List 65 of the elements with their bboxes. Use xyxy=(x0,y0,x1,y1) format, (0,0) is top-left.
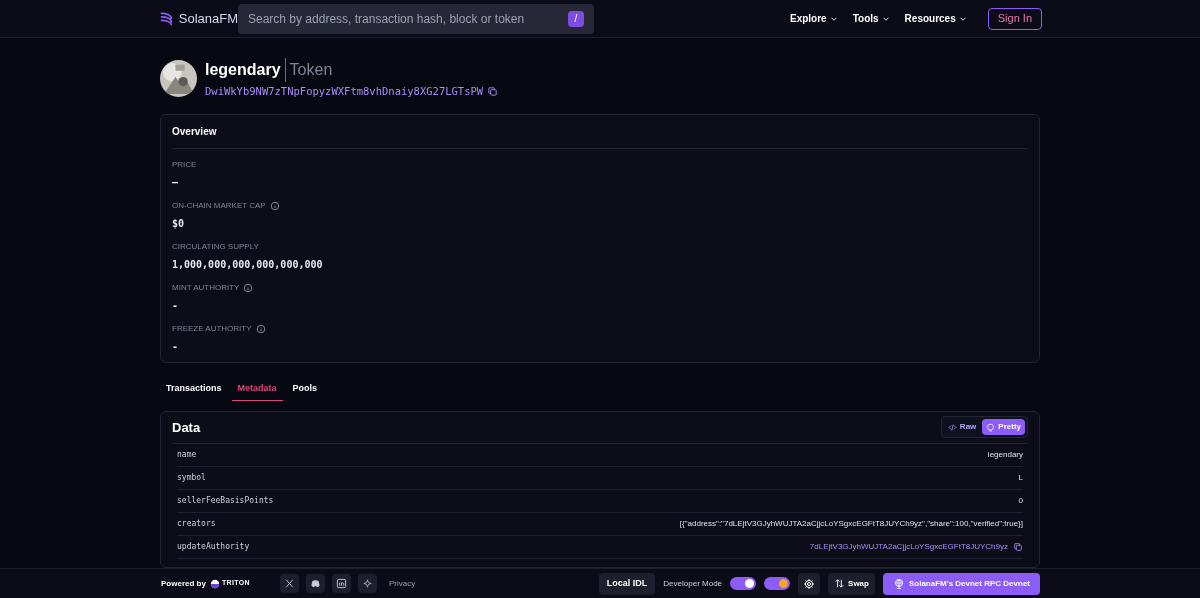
code-icon xyxy=(947,422,957,432)
shortcut-key: / xyxy=(568,10,584,27)
card-title: Overview xyxy=(172,124,217,139)
nav-menu[interactable]: Explore xyxy=(790,11,839,26)
view-button[interactable]: Raw xyxy=(943,419,981,436)
local-idl-button[interactable]: Local IDL xyxy=(598,572,656,595)
globe-icon xyxy=(892,577,905,590)
network-button[interactable]: SolanaFM's Devnet RPC Devnet xyxy=(882,572,1040,595)
tab[interactable]: Transactions xyxy=(164,376,224,401)
search-field[interactable]: Search by address, transaction hash, block or token / xyxy=(238,3,594,34)
field-value: – xyxy=(172,175,180,190)
tab[interactable]: Pools xyxy=(290,376,320,401)
row-value: L xyxy=(1018,471,1023,484)
field-label: ON-CHAIN MARKET CAP xyxy=(172,199,266,212)
triton-logo-icon[interactable] xyxy=(209,578,220,589)
logo-text[interactable]: SolanaFM xyxy=(178,8,238,29)
card-title: Data xyxy=(172,418,201,437)
info-icon[interactable] xyxy=(269,200,280,211)
powered-by-text: Powered by xyxy=(161,577,206,590)
linkedin-icon xyxy=(335,578,347,589)
tab[interactable]: Metadata xyxy=(231,376,283,401)
field-value: - xyxy=(172,298,180,313)
row-value: 0 xyxy=(1018,494,1023,507)
copy-icon[interactable] xyxy=(487,86,499,98)
field-value: 1,000,000,000,000,000,000 xyxy=(172,257,324,272)
x-logo-icon xyxy=(283,578,295,589)
search-input[interactable]: Search by address, transaction hash, block or token xyxy=(248,8,568,29)
linkedin-button[interactable] xyxy=(331,574,351,593)
privacy-link[interactable]: Privacy xyxy=(388,577,416,590)
token-type: Token xyxy=(288,60,333,80)
x-logo-button[interactable] xyxy=(279,574,299,593)
toggle-switch[interactable] xyxy=(730,577,757,590)
row-key: name xyxy=(177,448,197,461)
view-button[interactable]: Pretty xyxy=(982,419,1025,436)
field-label: FREEZE AUTHORITY xyxy=(172,322,252,335)
theme-toggle[interactable] xyxy=(764,577,791,590)
field-label: PRICE xyxy=(172,158,197,171)
row-key: creators xyxy=(177,517,216,530)
swap-arrows-icon xyxy=(834,578,846,589)
chat-bubble-icon xyxy=(309,578,321,589)
field-label: CIRCULATING SUPPLY xyxy=(172,240,259,253)
field-value: - xyxy=(172,339,180,354)
nav-menu[interactable]: Resources xyxy=(904,11,968,26)
copy-icon[interactable] xyxy=(1013,541,1023,552)
token-address[interactable]: DwiWkYb9NW7zTNpFopyzWXFtm8vhDnaiy8XG27LGTsPW xyxy=(205,84,484,100)
settings-button[interactable] xyxy=(798,572,821,595)
field-label: MINT AUTHORITY xyxy=(172,281,240,294)
row-key: symbol xyxy=(177,471,206,484)
sparkle-icon xyxy=(361,578,373,589)
row-value: legendary xyxy=(987,448,1023,461)
row-value: [{"address":"7dLEjtV3GJyhWUJTA2aCjjcLoYSgxcEGFtT8JUYCh9yz","share":100,"verified":true}] xyxy=(679,517,1023,530)
swap-button[interactable]: Swap xyxy=(828,572,875,595)
token-name: legendary xyxy=(205,58,286,82)
info-icon[interactable] xyxy=(255,323,266,334)
settings-icon xyxy=(803,577,816,590)
address-link[interactable]: 7dLEjtV3GJyhWUJTA2aCjjcLoYSgxcEGFtT8JUYCh9yz xyxy=(809,540,1008,553)
developer-mode-label: Developer Mode xyxy=(663,577,723,590)
chat-bubble-button[interactable] xyxy=(305,574,325,593)
sparkle-button[interactable] xyxy=(357,574,377,593)
field-value: $0 xyxy=(172,216,186,231)
row-key: updateAuthority xyxy=(177,540,250,553)
row-key: sellerFeeBasisPoints xyxy=(177,494,274,507)
nav-menu[interactable]: Tools xyxy=(852,11,891,26)
sign-in-button[interactable]: Sign In xyxy=(987,7,1042,30)
info-icon[interactable] xyxy=(243,282,254,293)
